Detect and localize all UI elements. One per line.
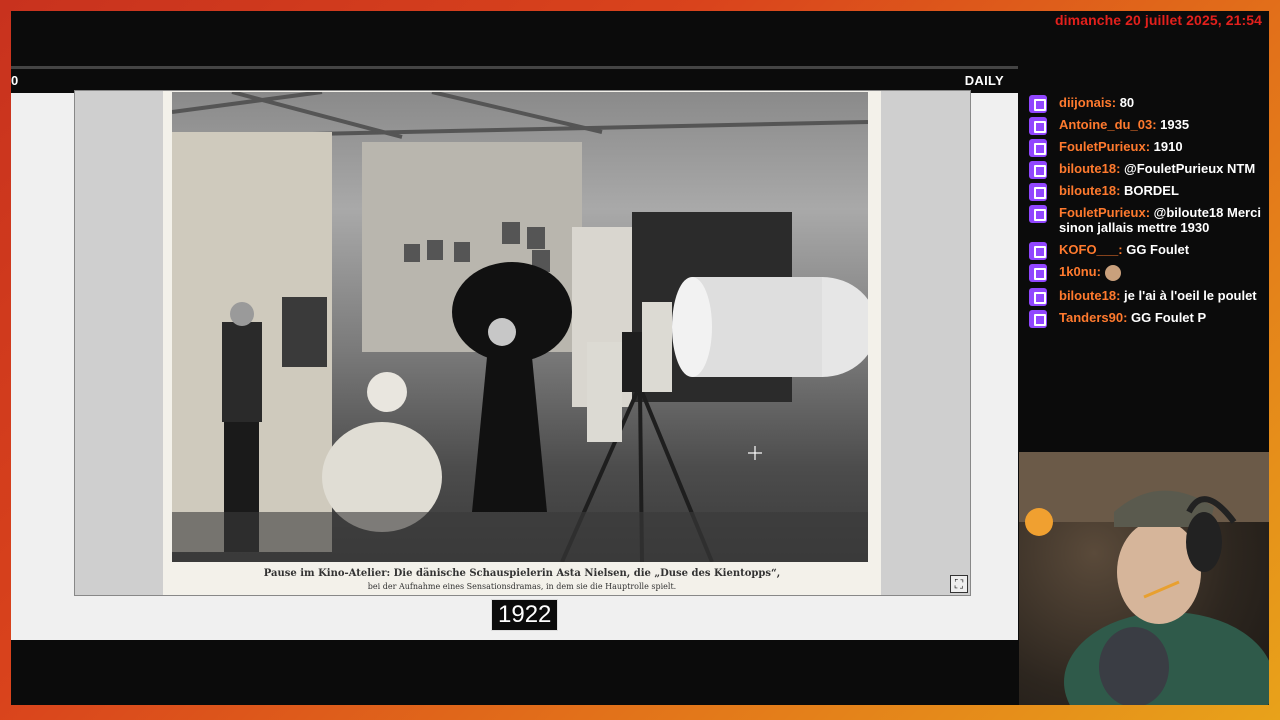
webcam-feed xyxy=(1019,452,1269,705)
chat-message: biloute18: BORDEL xyxy=(1019,183,1269,201)
photo-caption-line1: Pause im Kino-Atelier: Die dänische Scha… xyxy=(263,568,781,579)
chat-text: je l'ai à l'oeil le poulet xyxy=(1124,287,1257,303)
score-label: 0 xyxy=(11,73,19,88)
emote-icon xyxy=(1104,264,1121,281)
twitch-badge-icon xyxy=(1029,287,1047,306)
chat-username: biloute18 xyxy=(1059,161,1117,176)
twitch-badge-icon xyxy=(1029,205,1047,223)
chat-text: BORDEL xyxy=(1124,183,1179,198)
chat-message: Antoine_du_03: 1935 xyxy=(1019,117,1269,135)
chat-message: 1k0nu: xyxy=(1019,264,1269,282)
chat-text: 1935 xyxy=(1160,117,1190,132)
twitch-badge-icon xyxy=(1029,95,1047,113)
chat-username: diijonais xyxy=(1059,95,1112,110)
chat-message: FouletPurieux: @biloute18 Merci sinon ja… xyxy=(1019,205,1269,235)
chat-text: @FouletPurieux NTM xyxy=(1124,161,1256,176)
chat-username: biloute18 xyxy=(1059,183,1117,198)
historical-photo xyxy=(172,92,868,562)
chat-text: 1910 xyxy=(1153,139,1183,154)
chat-message: KOFO___: GG Foulet xyxy=(1019,242,1269,260)
chat-panel: diijonais: 80 Antoine_du_03: 1935 Foulet… xyxy=(1019,95,1269,455)
twitch-badge-icon xyxy=(1029,309,1047,328)
photo-panel: Pause im Kino-Atelier: Die dänische Scha… xyxy=(74,90,971,596)
clock-overlay: dimanche 20 juillet 2025, 21:54 xyxy=(1055,12,1262,28)
chat-message: biloute18: @FouletPurieux NTM xyxy=(1019,161,1269,179)
fullscreen-icon[interactable]: ⛶ xyxy=(950,575,968,593)
year-guess-label: 1922 xyxy=(491,599,559,631)
chat-text: GG Foulet xyxy=(1126,242,1190,257)
game-area: 0 DAILY Pause im Kino-Atelier: Die dänis… xyxy=(11,66,1018,640)
twitch-badge-icon xyxy=(1029,183,1047,201)
chat-username: Tanders90 xyxy=(1059,309,1124,325)
chat-text: 80 xyxy=(1119,95,1135,110)
twitch-badge-icon xyxy=(1029,264,1047,282)
chat-message: FouletPurieux: 1910 xyxy=(1019,139,1269,157)
game-header: 0 DAILY xyxy=(11,66,1018,93)
chat-username: 1k0nu xyxy=(1059,264,1097,279)
twitch-badge-icon xyxy=(1029,139,1047,157)
photo-caption-line2: bei der Aufnahme eines Sensationsdramas,… xyxy=(367,582,677,591)
chat-username: KOFO___ xyxy=(1059,242,1119,257)
twitch-badge-icon xyxy=(1029,161,1047,179)
chat-username: Antoine_du_03 xyxy=(1059,117,1153,132)
photo-paper: Pause im Kino-Atelier: Die dänische Scha… xyxy=(163,91,881,595)
chat-text: GG Foulet P xyxy=(1131,309,1207,325)
mode-label: DAILY xyxy=(964,73,1004,88)
chat-username: FouletPurieux xyxy=(1059,205,1146,220)
chat-message: biloute18: je l'ai à l'oeil le poulet xyxy=(1019,287,1269,306)
chat-message: Tanders90: GG Foulet P xyxy=(1019,309,1269,328)
twitch-badge-icon xyxy=(1029,242,1047,260)
chat-username: FouletPurieux xyxy=(1059,139,1146,154)
twitch-badge-icon xyxy=(1029,117,1047,135)
chat-message: diijonais: 80 xyxy=(1019,95,1269,113)
chat-username: biloute18 xyxy=(1059,287,1117,303)
